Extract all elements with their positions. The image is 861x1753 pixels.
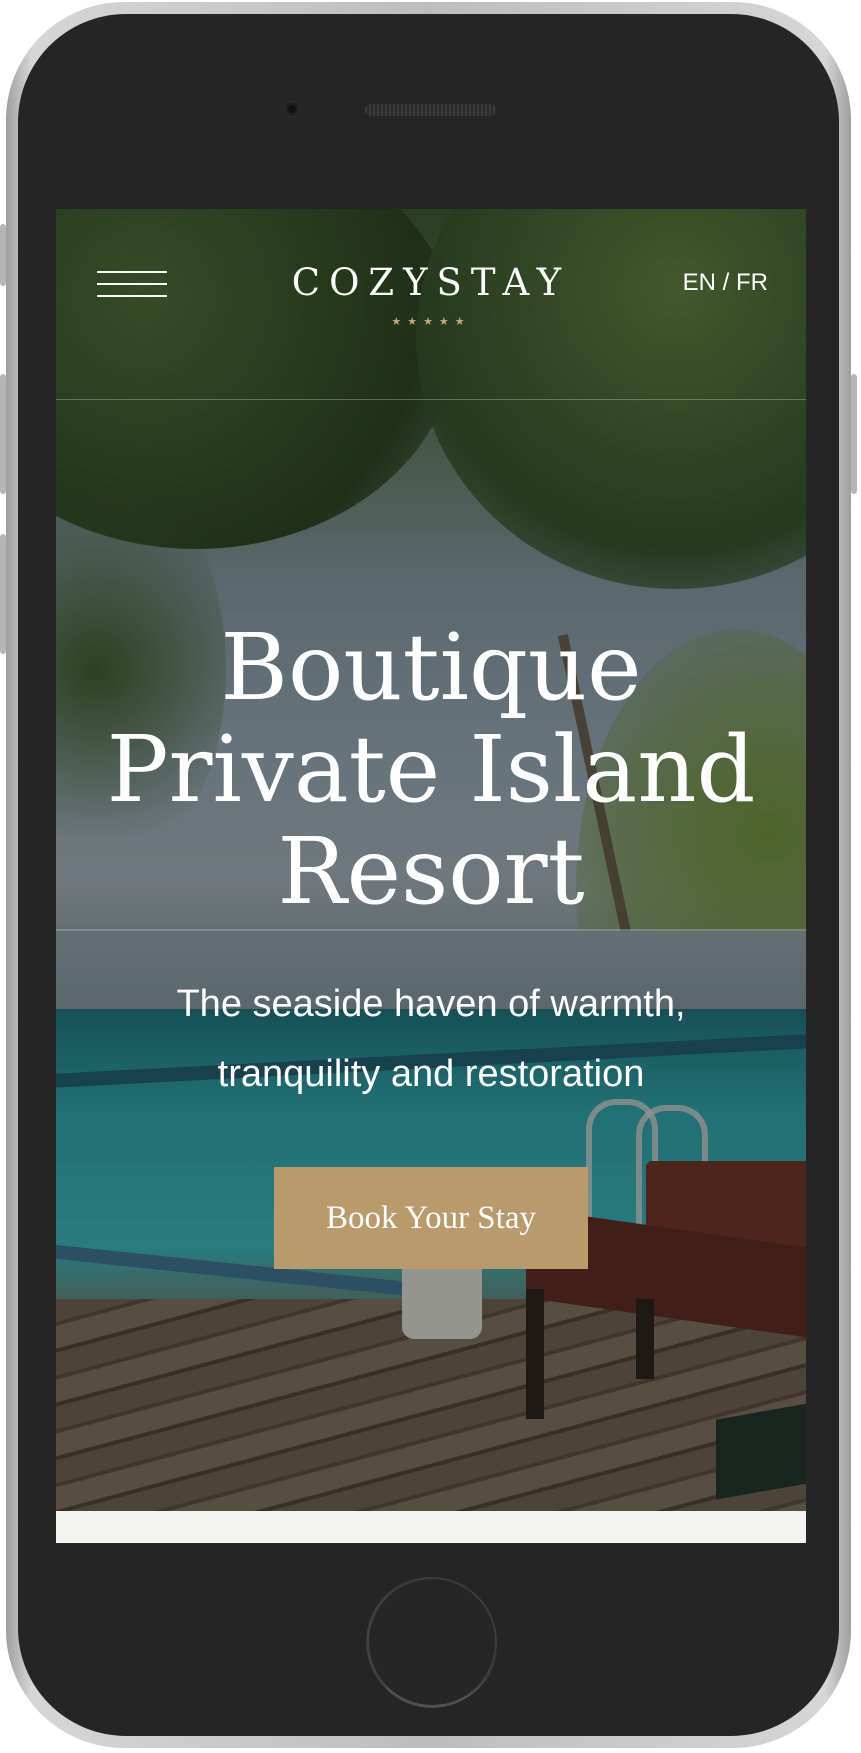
hero-subtitle-line-2: tranquility and restoration xyxy=(217,1053,645,1095)
hero-section: COZYSTAY ★★★★★ EN / FR Boutique Private … xyxy=(56,209,806,1511)
earpiece-speaker xyxy=(365,104,497,116)
hero-title-line-1: Boutique xyxy=(220,614,642,721)
hero-subtitle-line-1: The seaside haven of warmth, xyxy=(176,983,686,1025)
hero-title: Boutique Private Island Resort xyxy=(56,617,806,923)
lang-separator: / xyxy=(722,269,730,296)
volume-up-button xyxy=(0,374,6,494)
lang-fr-link[interactable]: FR xyxy=(736,269,768,296)
front-camera xyxy=(285,102,299,116)
hero-subtitle: The seaside haven of warmth, tranquility… xyxy=(56,969,806,1109)
hero-title-line-2: Private Island xyxy=(106,716,756,823)
site-header: COZYSTAY ★★★★★ EN / FR xyxy=(56,209,806,400)
language-switcher: EN / FR xyxy=(683,269,768,297)
home-button xyxy=(366,1576,498,1708)
hero-title-line-3: Resort xyxy=(277,818,585,925)
book-your-stay-button[interactable]: Book Your Stay xyxy=(274,1167,588,1269)
lang-en-link[interactable]: EN xyxy=(683,269,716,296)
logo-stars: ★★★★★ xyxy=(391,315,471,328)
mute-switch xyxy=(0,224,6,286)
phone-screen: COZYSTAY ★★★★★ EN / FR Boutique Private … xyxy=(56,209,806,1543)
power-button xyxy=(851,374,857,494)
volume-down-button xyxy=(0,534,6,654)
next-section-strip xyxy=(56,1511,806,1543)
